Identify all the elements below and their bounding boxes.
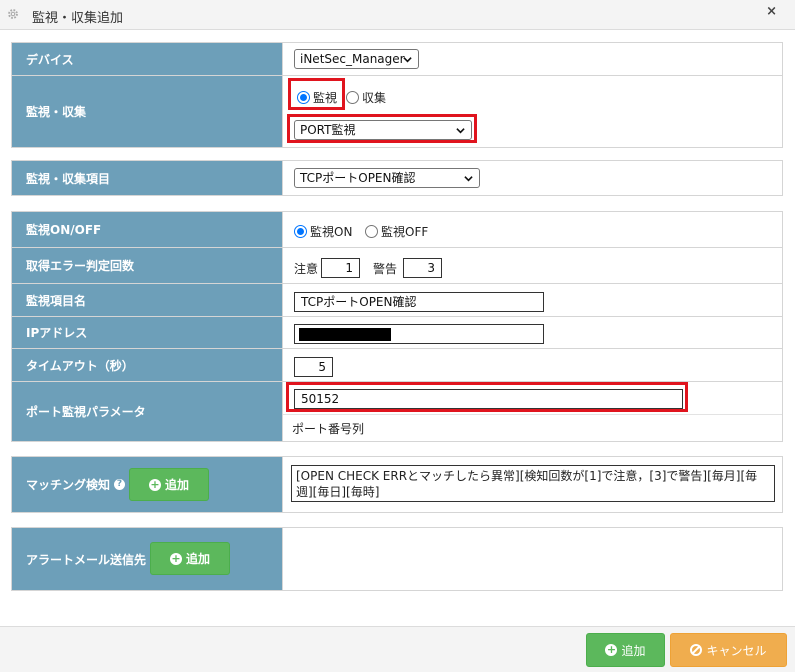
item-select[interactable]: TCPポートOPEN確認 bbox=[294, 168, 480, 188]
dialog-title: 監視・収集追加 bbox=[32, 11, 124, 26]
monitor-collect-label: 監視・収集 bbox=[12, 76, 282, 147]
radio-collect[interactable]: 収集 bbox=[346, 89, 386, 106]
timeout-label: タイムアウト（秒） bbox=[12, 349, 282, 381]
matching-rule-box[interactable]: [OPEN CHECK ERRとマッチしたら異常][検知回数が[1]で注意，[3… bbox=[291, 465, 775, 502]
device-select[interactable]: iNetSec_Manager bbox=[294, 49, 419, 69]
footer-cancel-button[interactable]: キャンセル bbox=[670, 633, 787, 667]
error-count-label: 取得エラー判定回数 bbox=[12, 248, 282, 283]
port-param-hint: ポート番号列 bbox=[292, 422, 365, 436]
row-monitor-onoff: 監視ON/OFF 監視ON 監視OFF bbox=[12, 212, 782, 247]
timeout-input[interactable]: 5 bbox=[294, 357, 333, 377]
row-matching: マッチング検知 ? + 追加 [OPEN CHECK ERRとマッチしたら異常][… bbox=[12, 457, 782, 512]
highlight-monitor-type bbox=[287, 114, 477, 143]
matching-label: マッチング検知 bbox=[26, 478, 111, 492]
caution-count-input[interactable]: 1 bbox=[321, 258, 360, 278]
chevron-down-icon bbox=[403, 57, 412, 63]
close-icon[interactable]: × bbox=[766, 4, 777, 19]
radio-monitor-on[interactable]: 監視ON bbox=[294, 223, 352, 240]
redacted-ip bbox=[299, 328, 391, 341]
device-label: デバイス bbox=[12, 43, 282, 75]
footer-add-button[interactable]: + 追加 bbox=[586, 633, 665, 667]
port-param-label: ポート監視パラメータ bbox=[12, 382, 282, 441]
radio-monitor-off[interactable]: 監視OFF bbox=[365, 223, 428, 240]
help-icon[interactable]: ? bbox=[114, 479, 126, 490]
caution-label: 注意 bbox=[294, 262, 319, 276]
row-alert-mail: アラートメール送信先 + 追加 bbox=[12, 528, 782, 590]
item-name-label: 監視項目名 bbox=[12, 284, 282, 316]
matching-add-button[interactable]: + 追加 bbox=[129, 468, 209, 501]
plus-circle-icon: + bbox=[605, 643, 618, 656]
row-ip-address: IPアドレス bbox=[12, 316, 782, 348]
row-item-name: 監視項目名 TCPポートOPEN確認 bbox=[12, 283, 782, 316]
section-item: 監視・収集項目 TCPポートOPEN確認 bbox=[11, 160, 783, 196]
plus-circle-icon: + bbox=[169, 551, 182, 565]
gear-icon bbox=[8, 9, 18, 19]
dialog-footer: + 追加 キャンセル bbox=[0, 626, 795, 672]
row-device: デバイス iNetSec_Manager bbox=[12, 43, 782, 75]
alert-mail-add-button[interactable]: + 追加 bbox=[150, 542, 230, 575]
item-label: 監視・収集項目 bbox=[12, 161, 282, 195]
section-alert-mail: アラートメール送信先 + 追加 bbox=[11, 527, 783, 591]
row-error-count: 取得エラー判定回数 注意 1 警告 3 bbox=[12, 247, 782, 283]
monitor-onoff-label: 監視ON/OFF bbox=[12, 212, 282, 247]
row-item: 監視・収集項目 TCPポートOPEN確認 bbox=[12, 161, 782, 195]
alert-mail-label-cell: アラートメール送信先 + 追加 bbox=[12, 528, 282, 590]
ip-address-label: IPアドレス bbox=[12, 317, 282, 348]
radio-collect-dot[interactable] bbox=[346, 91, 359, 104]
ban-icon bbox=[690, 644, 703, 656]
highlight-monitor-radio bbox=[288, 78, 345, 110]
chevron-down-icon bbox=[464, 176, 473, 182]
matching-label-cell: マッチング検知 ? + 追加 bbox=[12, 457, 282, 512]
port-param-divider bbox=[283, 414, 782, 415]
section-matching: マッチング検知 ? + 追加 [OPEN CHECK ERRとマッチしたら異常][… bbox=[11, 456, 783, 513]
alert-mail-label: アラートメール送信先 bbox=[26, 552, 147, 567]
highlight-port-param bbox=[286, 382, 688, 412]
warning-count-input[interactable]: 3 bbox=[403, 258, 442, 278]
radio-monitor-on-dot[interactable] bbox=[294, 225, 307, 238]
row-timeout: タイムアウト（秒） 5 bbox=[12, 348, 782, 381]
ip-address-input[interactable] bbox=[294, 324, 544, 344]
item-name-input[interactable]: TCPポートOPEN確認 bbox=[294, 292, 544, 312]
plus-circle-icon: + bbox=[148, 477, 161, 491]
radio-monitor-off-dot[interactable] bbox=[365, 225, 378, 238]
warning-label: 警告 bbox=[373, 262, 398, 276]
dialog-titlebar: 監視・収集追加 × bbox=[0, 0, 795, 30]
